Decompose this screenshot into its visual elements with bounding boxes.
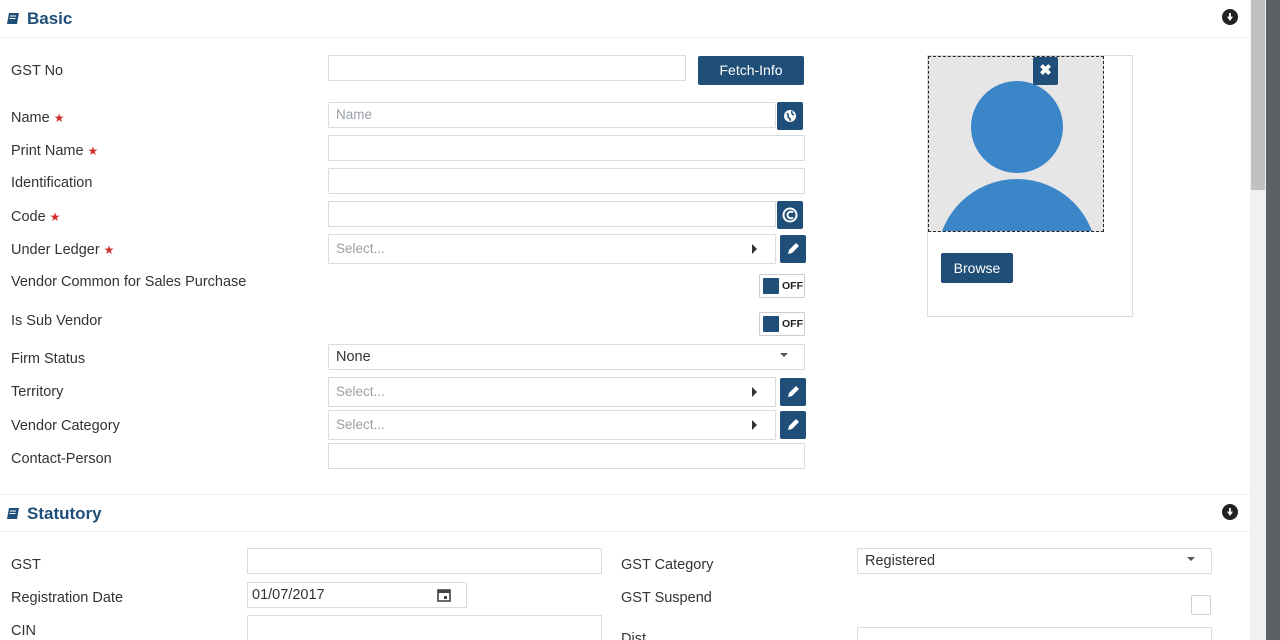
registration-date-input[interactable]: 01/07/2017 [247, 582, 467, 608]
gst-category-select[interactable]: Registered [857, 548, 1212, 574]
cin-input[interactable] [247, 615, 602, 640]
chevron-down-icon [780, 353, 788, 357]
code-gen-icon [782, 207, 798, 223]
gst-suspend-checkbox[interactable] [1191, 595, 1211, 615]
contact-person-label: Contact-Person [11, 451, 112, 467]
firm-status-label: Firm Status [11, 351, 86, 367]
is-sub-vendor-toggle[interactable]: OFF [759, 312, 805, 336]
contact-person-input[interactable] [328, 443, 805, 469]
gst-no-label: GST No [11, 63, 64, 79]
gst-suspend-label: GST Suspend [621, 590, 712, 606]
browse-button[interactable]: Browse [941, 253, 1013, 283]
globe-icon [784, 110, 796, 122]
required-star: ★ [103, 243, 115, 257]
code-label: Code ★ [11, 209, 61, 225]
territory-select[interactable]: Select... [328, 377, 776, 407]
is-sub-vendor-label: Is Sub Vendor [11, 313, 103, 329]
registration-date-label: Registration Date [11, 590, 124, 606]
gst-label: GST [11, 557, 41, 573]
identification-label: Identification [11, 175, 93, 191]
gst-input[interactable] [247, 548, 602, 574]
avatar: ✖ [928, 56, 1104, 232]
vendor-category-label: Vendor Category [11, 418, 120, 434]
chevron-right-icon [752, 244, 757, 254]
collapse-statutory-icon[interactable] [1222, 504, 1238, 520]
under-ledger-select[interactable]: Select... [328, 234, 776, 264]
chevron-right-icon [752, 387, 757, 397]
generate-code-button[interactable] [777, 201, 803, 229]
firm-status-select[interactable]: None [328, 344, 805, 370]
globe-button[interactable] [777, 102, 803, 130]
edit-icon [788, 419, 799, 430]
scrollbar-thumb[interactable] [1251, 0, 1265, 190]
dist-label: Dist [621, 631, 646, 640]
avatar-body [937, 179, 1097, 231]
statutory-section-title: Statutory [27, 504, 102, 523]
cin-label: CIN [11, 623, 36, 639]
print-name-input[interactable] [328, 135, 805, 161]
gst-no-input[interactable] [328, 55, 686, 81]
identification-input[interactable] [328, 168, 805, 194]
required-star: ★ [87, 144, 99, 158]
statutory-section-header: Statutory [0, 494, 1250, 532]
name-label: Name ★ [11, 110, 65, 126]
basic-section-title: Basic [27, 9, 73, 28]
edit-vendor-category-button[interactable] [780, 411, 806, 439]
edit-territory-button[interactable] [780, 378, 806, 406]
required-star: ★ [49, 210, 61, 224]
print-name-label: Print Name ★ [11, 143, 99, 159]
edit-under-ledger-button[interactable] [780, 235, 806, 263]
basic-section-header: Basic [0, 0, 1250, 38]
photo-panel: ✖ Browse [927, 55, 1133, 317]
gst-category-label: GST Category [621, 557, 714, 573]
fetch-info-button[interactable]: Fetch-Info [698, 56, 804, 85]
vendor-common-toggle[interactable]: OFF [759, 274, 805, 298]
chevron-down-icon [1187, 557, 1195, 561]
edit-icon [788, 243, 799, 254]
edit-icon [788, 386, 799, 397]
under-ledger-label: Under Ledger ★ [11, 242, 115, 258]
avatar-head [971, 81, 1063, 173]
code-input[interactable] [328, 201, 776, 227]
book-icon [7, 508, 19, 519]
required-star: ★ [53, 111, 65, 125]
territory-label: Territory [11, 384, 64, 400]
close-icon[interactable]: ✖ [1033, 57, 1058, 85]
calendar-icon[interactable] [437, 588, 451, 602]
collapse-basic-icon[interactable] [1222, 9, 1238, 25]
name-input[interactable]: Name [328, 102, 776, 128]
vendor-category-select[interactable]: Select... [328, 410, 776, 440]
book-icon [7, 13, 19, 24]
dist-select[interactable] [857, 627, 1212, 640]
background-page [1266, 0, 1280, 640]
vendor-common-label: Vendor Common for Sales Purchase [11, 274, 247, 290]
chevron-right-icon [752, 420, 757, 430]
